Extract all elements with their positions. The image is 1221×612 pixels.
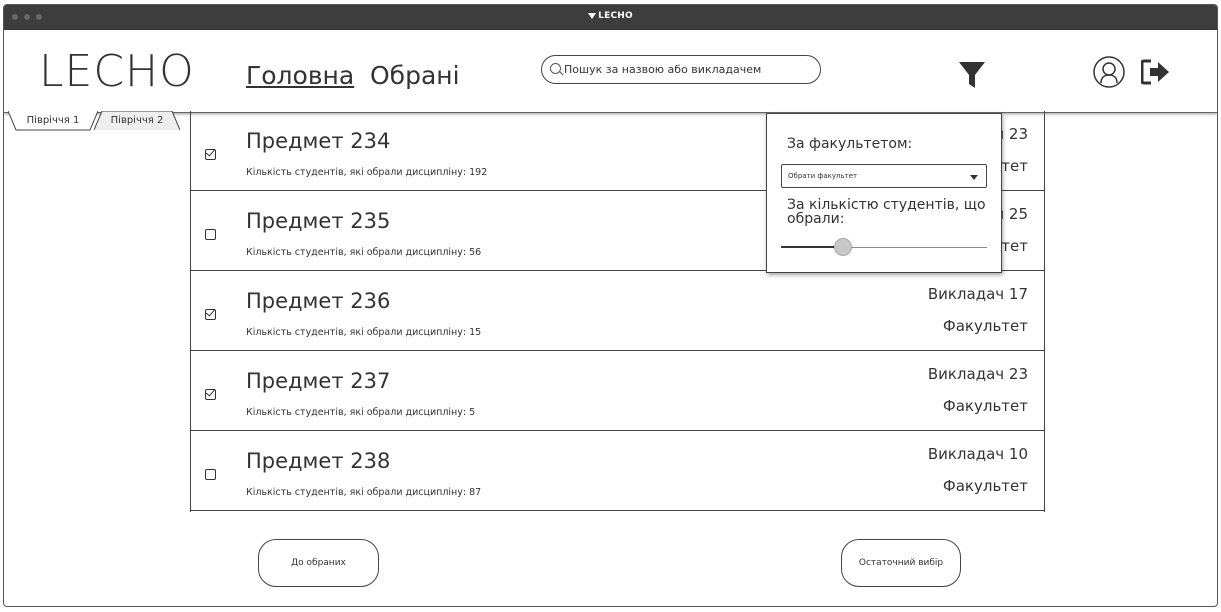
window-title-text: LECHO xyxy=(598,11,633,21)
tab-semester-2[interactable]: Півріччя 2 xyxy=(94,111,180,131)
subject-checkbox[interactable] xyxy=(205,309,216,320)
subject-checkbox[interactable] xyxy=(205,389,216,400)
subject-row[interactable]: Предмет 237 Кількість студентів, які обр… xyxy=(191,351,1044,431)
subject-count: Кількість студентів, які обрали дисциплі… xyxy=(246,247,482,258)
subject-teacher: Викладач 23 xyxy=(927,365,1028,383)
subject-count: Кількість студентів, які обрали дисциплі… xyxy=(246,487,482,498)
tab-semester-1-label: Півріччя 1 xyxy=(26,115,80,126)
app-window: LECHO LECHO Головна Обрані Пошук за назв… xyxy=(3,4,1218,607)
header: LECHO Головна Обрані Пошук за назвою або… xyxy=(4,30,1217,113)
faculty-filter-label: За факультетом: xyxy=(787,136,913,152)
filter-popup: За факультетом: Обрати факультет За кіль… xyxy=(766,113,1002,273)
tab-semester-2-label: Півріччя 2 xyxy=(110,115,164,126)
subject-count: Кількість студентів, які обрали дисциплі… xyxy=(246,407,476,418)
logo: LECHO xyxy=(39,46,195,97)
subject-faculty: Факультет xyxy=(942,397,1028,415)
subject-checkbox[interactable] xyxy=(205,149,216,160)
count-filter-label: За кількістю студентів, що обрали: xyxy=(787,197,986,227)
subject-name: Предмет 238 xyxy=(246,449,391,473)
chevron-down-icon xyxy=(970,175,978,180)
subject-name: Предмет 237 xyxy=(246,369,391,393)
final-choice-button[interactable]: Остаточний вибір xyxy=(841,539,961,587)
subject-count: Кількість студентів, які обрали дисциплі… xyxy=(246,327,482,338)
subject-count: Кількість студентів, які обрали дисциплі… xyxy=(246,167,488,178)
tab-semester-1[interactable]: Півріччя 1 xyxy=(8,111,98,131)
nav-home-link[interactable]: Головна xyxy=(246,61,354,90)
title-filter-icon xyxy=(588,12,597,19)
subject-faculty: Факультет xyxy=(942,317,1028,335)
subject-teacher: Викладач 17 xyxy=(927,285,1028,303)
user-icon[interactable] xyxy=(1093,56,1125,88)
subject-faculty: Факультет xyxy=(942,477,1028,495)
search-input[interactable]: Пошук за назвою або викладачем xyxy=(541,55,821,84)
subject-row[interactable]: Предмет 238 Кількість студентів, які обр… xyxy=(191,431,1044,511)
logout-icon[interactable] xyxy=(1141,59,1171,85)
faculty-select-value: Обрати факультет xyxy=(788,172,858,180)
subject-checkbox[interactable] xyxy=(205,229,216,240)
subject-teacher: Викладач 10 xyxy=(927,445,1028,463)
subject-row[interactable]: Предмет 236 Кількість студентів, які обр… xyxy=(191,271,1044,351)
count-slider-handle[interactable] xyxy=(834,238,852,256)
nav-favorites-link[interactable]: Обрані xyxy=(370,61,460,90)
subject-name: Предмет 235 xyxy=(246,209,391,233)
subject-checkbox[interactable] xyxy=(205,469,216,480)
to-favorites-button[interactable]: До обраних xyxy=(258,539,379,587)
filter-icon[interactable] xyxy=(958,60,986,90)
faculty-select[interactable]: Обрати факультет xyxy=(781,164,987,188)
title-bar: LECHO xyxy=(4,5,1217,30)
subject-name: Предмет 236 xyxy=(246,289,391,313)
search-icon xyxy=(550,63,561,74)
search-placeholder: Пошук за назвою або викладачем xyxy=(564,63,762,76)
subject-name: Предмет 234 xyxy=(246,129,391,153)
window-title: LECHO xyxy=(4,11,1217,21)
